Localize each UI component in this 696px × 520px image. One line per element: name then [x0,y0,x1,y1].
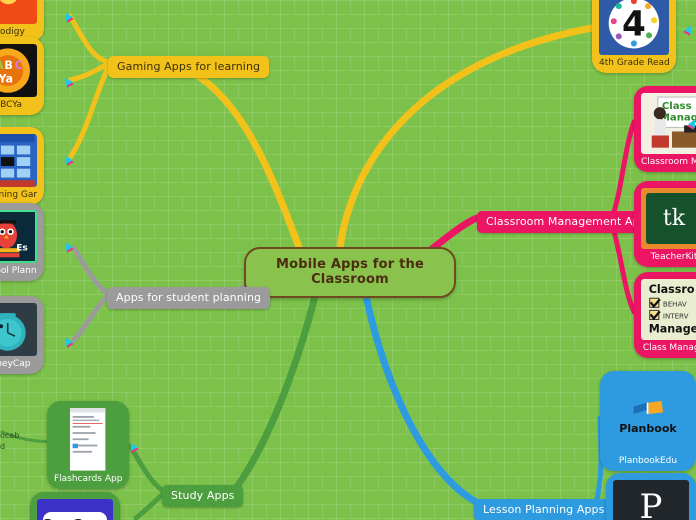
expand-marker-classroom-manager[interactable] [688,120,695,128]
card-planboard[interactable]: P [606,473,696,520]
svg-text:Class: Class [662,101,692,112]
card-caption: PlanbookEdu [618,456,678,467]
svg-text:P: P [3,0,13,4]
branch-node-student-planning[interactable]: Apps for student planning [107,287,271,309]
reading-challenge-thumbnail: 4 [599,0,669,56]
mindmap-canvas[interactable]: ocab d Mobile Apps for the Classroom Gam… [0,0,696,520]
card-caption: ABCYa [0,100,23,111]
math-thumbnail: 2 x 2 = ? [37,499,113,520]
timeycap-thumbnail [0,303,37,357]
branch-label: Apps for student planning [116,291,262,304]
card-prodigy[interactable]: P Prodigy [0,0,44,43]
branch-node-study-apps[interactable]: Study Apps [162,485,244,507]
svg-text:B: B [5,59,13,72]
school-planner-thumbnail: Es [0,210,37,264]
card-flashcards-app[interactable]: Flashcards App [47,401,129,489]
expand-marker-prodigy[interactable] [66,13,73,21]
svg-text:INTERV: INTERV [663,311,689,320]
branch-label: Study Apps [171,489,235,502]
svg-text:Classro: Classro [649,283,695,296]
prodigy-thumbnail: P [0,0,37,25]
expand-marker-abcya[interactable] [66,78,73,86]
learning-games-thumbnail [0,134,37,188]
svg-text:Managem: Managem [649,323,696,336]
card-timeycap[interactable]: TimeyCap [0,296,44,375]
flashcards-thumbnail [54,408,122,471]
teacherkit-thumbnail: tk [641,188,696,249]
card-planbookedu[interactable]: Planbook PlanbookEdu [600,371,696,472]
card-reading-challenge[interactable]: 4 4th Grade Reading Challenge [592,0,676,74]
expand-marker-school-planner[interactable] [66,243,73,251]
branch-node-gaming[interactable]: Gaming Apps for learning [108,56,270,78]
card-caption: School Planner [0,266,37,277]
svg-text:A: A [0,59,4,72]
svg-text:C: C [15,59,23,72]
expand-marker-timeycap[interactable] [66,338,73,346]
expand-marker-flashcards[interactable] [131,443,138,451]
abcya-thumbnail: A B C Ya [0,44,37,98]
svg-text:Es: Es [16,244,28,254]
card-caption: Classroom Mana [641,156,696,167]
class-manager-thumbnail: Classro BEHAV INTERV Managem [641,279,696,340]
svg-text:4: 4 [622,4,646,44]
card-math-flashcard[interactable]: 2 x 2 = ? [30,492,120,520]
svg-text:Ya: Ya [0,73,13,86]
expand-marker-learning-games[interactable] [66,156,73,164]
central-node-label: Mobile Apps for the Classroom [276,257,424,287]
clipped-vocab-label: ocab d [0,430,19,452]
card-caption: Flashcards App [54,473,122,484]
branch-node-lesson-planning[interactable]: Lesson Planning Apps [474,499,614,520]
card-caption: TeacherKit [650,251,696,262]
card-class-manager[interactable]: Classro BEHAV INTERV Managem Class Manag… [634,272,696,358]
svg-text:BEHAV: BEHAV [663,299,687,308]
card-classroom-manager[interactable]: Class Manag Classroom Mana [634,86,696,172]
clipped-vocab-line1: ocab [0,431,20,440]
branch-label: Gaming Apps for learning [117,60,261,73]
central-node[interactable]: Mobile Apps for the Classroom [244,247,456,298]
planbook-thumbnail: Planbook [607,378,689,454]
card-caption: Class Manage [642,342,696,353]
planboard-thumbnail: P [613,480,689,520]
branch-label: Lesson Planning Apps [483,503,605,516]
card-learning-games[interactable]: Learning Games [0,127,44,206]
clipped-vocab-line2: d [0,442,6,451]
branch-label: Classroom Management Apps [486,215,653,228]
card-abcya[interactable]: A B C Ya ABCYa [0,37,44,116]
card-caption: TimeyCap [0,359,31,370]
card-school-planner[interactable]: Es School Planner [0,203,44,282]
card-caption: 4th Grade Reading Challenge [599,58,669,69]
math-expression: 2 x 2 = ? [43,512,107,520]
card-teacherkit[interactable]: tk TeacherKit [634,181,696,267]
card-caption: Learning Games [0,190,37,201]
expand-marker-reading-challenge[interactable] [684,26,691,34]
